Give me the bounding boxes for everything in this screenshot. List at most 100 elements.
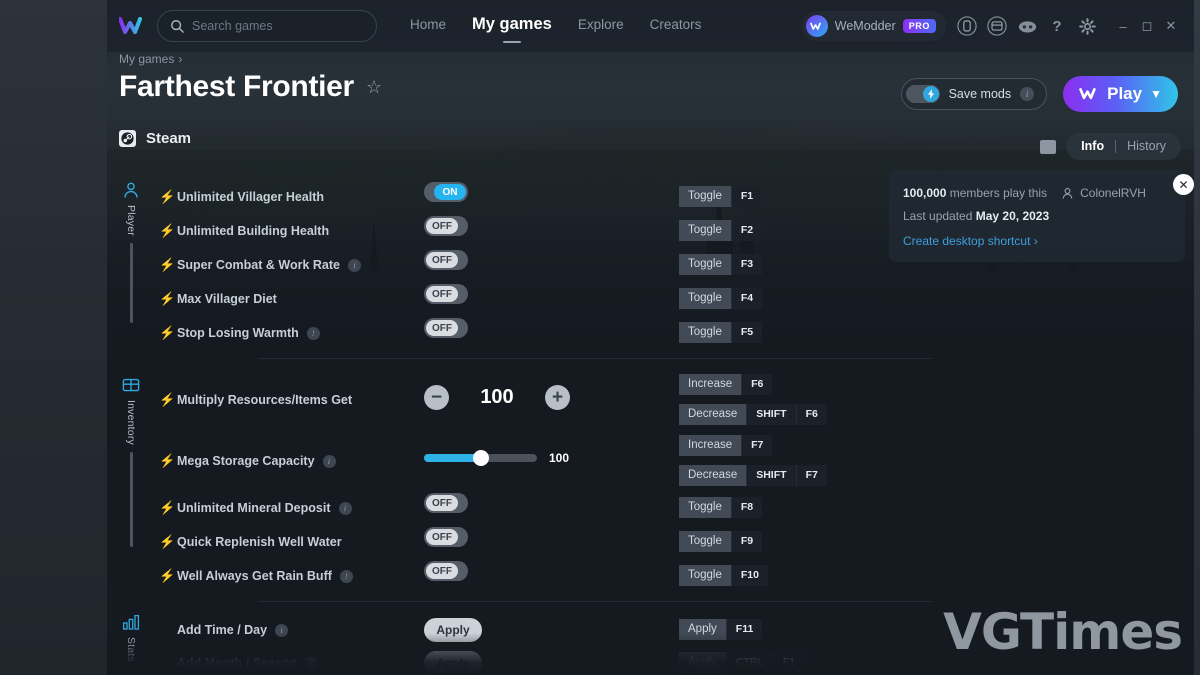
save-mods-toggle[interactable]: Save mods i	[900, 78, 1048, 110]
close-button[interactable]: ✕	[1160, 15, 1182, 37]
hotkey-key[interactable]: F3	[730, 254, 763, 275]
breadcrumb-my-games[interactable]: My games	[119, 52, 174, 66]
hotkey-action[interactable]: Toggle	[679, 531, 731, 552]
hotkey-action[interactable]: Decrease	[679, 465, 747, 486]
help-icon[interactable]: ?	[1043, 12, 1071, 40]
star-icon[interactable]: ☆	[366, 77, 382, 98]
hotkey-key[interactable]: F1	[772, 652, 805, 673]
desktop-backdrop-right	[1194, 0, 1200, 675]
mod-toggle[interactable]: OFF	[424, 561, 468, 581]
page-title-row: Farthest Frontier ☆	[119, 70, 382, 104]
wemod-logo-icon[interactable]	[117, 11, 147, 41]
desktop-backdrop-left	[0, 0, 107, 675]
hotkey-key[interactable]: F10	[730, 565, 768, 586]
hotkey-action[interactable]: Toggle	[679, 497, 731, 518]
hotkey-action[interactable]: Apply	[679, 619, 726, 640]
hotkey-key[interactable]: F4	[730, 288, 763, 309]
nav-item-explore[interactable]: Explore	[578, 17, 624, 35]
hotkey-action[interactable]: Toggle	[679, 565, 731, 586]
author-name[interactable]: ColonelRVH	[1080, 186, 1146, 200]
hotkey-key[interactable]: SHIFT	[746, 404, 796, 425]
rail-group-inventory[interactable]: Inventory	[115, 375, 147, 547]
tab-history[interactable]: History	[1116, 133, 1177, 160]
user-chip[interactable]: WeModder PRO	[801, 11, 946, 41]
rail-group-stats[interactable]: Stats	[115, 612, 147, 662]
mod-toggle[interactable]: OFF	[424, 250, 468, 270]
nav-item-creators[interactable]: Creators	[650, 17, 702, 35]
discord-icon[interactable]	[1013, 12, 1041, 40]
hotkey-action[interactable]: Toggle	[679, 322, 731, 343]
save-mods-label: Save mods	[948, 87, 1012, 101]
capacity-slider[interactable]	[424, 450, 537, 466]
hotkey-key[interactable]: F7	[741, 435, 773, 456]
save-mods-info-icon[interactable]: i	[1020, 87, 1035, 101]
hotkey-action[interactable]: Increase	[679, 374, 742, 395]
mod-toggle[interactable]: OFF	[424, 318, 468, 338]
mod-info-icon[interactable]: i	[305, 656, 319, 670]
rail-group-player[interactable]: Player	[115, 180, 147, 323]
save-mods-switch[interactable]	[905, 85, 940, 103]
tab-info[interactable]: Info	[1070, 133, 1115, 160]
search-box[interactable]	[157, 10, 377, 42]
hotkey-action[interactable]: Toggle	[679, 288, 731, 309]
mod-row: ⚡ Add Time / Day i	[159, 615, 289, 645]
hotkey-key[interactable]: F7	[795, 465, 827, 486]
window-icon[interactable]	[983, 12, 1011, 40]
hotkey-key[interactable]: F6	[741, 374, 773, 395]
hotkey-key[interactable]: F11	[725, 619, 763, 640]
mod-toggle[interactable]: ON	[424, 182, 468, 202]
search-input[interactable]	[192, 19, 364, 33]
wemod-app-window: Home My games Explore Creators WeModder …	[107, 0, 1194, 675]
maximize-button[interactable]: ◻	[1136, 15, 1158, 37]
mod-info-icon[interactable]: !	[306, 326, 320, 340]
hotkey-key[interactable]: F9	[730, 531, 763, 552]
hotkey-action[interactable]: Toggle	[679, 220, 731, 241]
mod-toggle[interactable]: OFF	[424, 527, 468, 547]
breadcrumb[interactable]: My games ›	[119, 52, 182, 66]
create-desktop-shortcut-link[interactable]: Create desktop shortcut ›	[903, 234, 1167, 248]
note-icon[interactable]	[1040, 139, 1057, 154]
mod-toggle[interactable]: OFF	[424, 216, 468, 236]
phone-icon[interactable]	[953, 12, 981, 40]
chevron-down-icon[interactable]: ▼	[1150, 87, 1162, 101]
mod-info-icon[interactable]: !	[339, 569, 353, 583]
nav-item-home[interactable]: Home	[410, 17, 446, 35]
stepper-value: 100	[480, 386, 514, 408]
decrement-button[interactable]: −	[424, 385, 449, 410]
nav-item-my-games[interactable]: My games	[472, 15, 552, 37]
close-icon[interactable]: ✕	[1173, 174, 1194, 195]
chevron-right-icon: ›	[1033, 234, 1038, 248]
slider-handle[interactable]	[472, 450, 489, 466]
increment-button[interactable]: +	[545, 385, 570, 410]
vgtimes-watermark: VGTimes	[943, 603, 1183, 661]
mod-info-icon[interactable]: i	[348, 258, 361, 272]
mod-toggle[interactable]: OFF	[424, 493, 468, 513]
hotkey-key[interactable]: F2	[730, 220, 763, 241]
mod-name: Add Time / Day	[177, 623, 268, 637]
hotkey-key[interactable]: F6	[795, 404, 827, 425]
rail-label-inventory: Inventory	[125, 400, 137, 445]
minimize-button[interactable]: –	[1112, 15, 1134, 37]
hotkey-key[interactable]: F8	[730, 497, 763, 518]
hotkey-action[interactable]: Toggle	[679, 254, 731, 275]
screen: Home My games Explore Creators WeModder …	[0, 0, 1200, 675]
mod-info-icon[interactable]: i	[275, 623, 289, 637]
mod-info-icon[interactable]: i	[338, 501, 352, 515]
play-button[interactable]: Play ▼	[1063, 76, 1178, 112]
bolt-icon: ⚡	[159, 534, 176, 549]
hotkey-key[interactable]: F5	[730, 322, 763, 343]
hotkey-key[interactable]: SHIFT	[746, 465, 796, 486]
gear-icon[interactable]	[1073, 12, 1101, 40]
hotkey-key[interactable]: F1	[730, 186, 763, 207]
hotkey-action[interactable]: Toggle	[679, 186, 731, 207]
mod-info-icon[interactable]: i	[322, 454, 336, 468]
steam-icon	[119, 130, 136, 147]
mod-toggle[interactable]: OFF	[424, 284, 468, 304]
apply-button[interactable]: Apply	[424, 651, 482, 675]
hotkey-action[interactable]: Decrease	[679, 404, 747, 425]
hotkey-action[interactable]: Increase	[679, 435, 742, 456]
hotkey-action[interactable]: Apply	[679, 652, 726, 673]
apply-button[interactable]: Apply	[424, 618, 482, 642]
hotkey-key[interactable]: CTRL	[725, 652, 773, 673]
mod-row: ⚡ Unlimited Mineral Deposit i	[159, 493, 352, 523]
